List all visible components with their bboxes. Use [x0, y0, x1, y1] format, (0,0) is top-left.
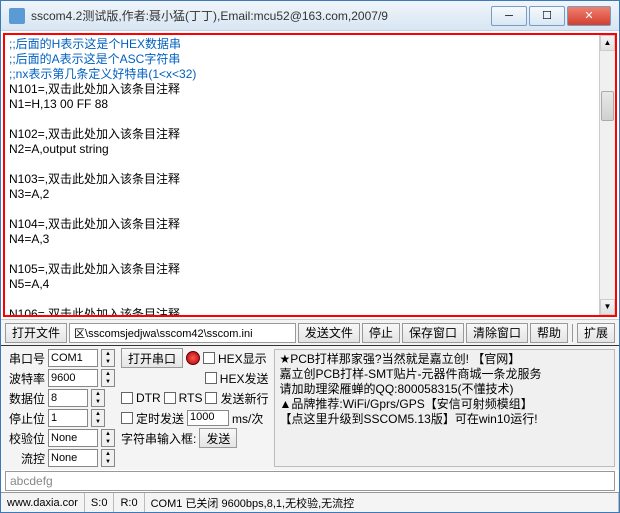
open-port-button[interactable]: 打开串口: [121, 348, 183, 368]
timed-send-checkbox[interactable]: [121, 412, 133, 424]
flowctrl-spin[interactable]: ▲▼: [101, 449, 115, 467]
flowctrl-label: 流控: [5, 450, 45, 467]
minimize-button[interactable]: ─: [491, 6, 527, 26]
info-line[interactable]: ▲品牌推荐:WiFi/Gprs/GPS【安信可射频模组】: [279, 397, 610, 412]
info-line: 请加助理梁雁蝉的QQ:800058315(不懂技术): [279, 382, 610, 397]
stop-button[interactable]: 停止: [362, 323, 400, 343]
parity-label: 校验位: [5, 430, 45, 447]
baud-label: 波特率: [5, 370, 45, 387]
baud-spin[interactable]: ▲▼: [101, 369, 115, 387]
rts-checkbox[interactable]: [164, 392, 176, 404]
info-line[interactable]: ★PCB打样那家强?当然就是嘉立创! 【官网】: [279, 352, 610, 367]
output-area: ;;后面的H表示这是个HEX数据串 ;;后面的A表示这是个ASC字符串 ;;nx…: [3, 33, 617, 317]
hex-display-label: HEX显示: [218, 350, 267, 367]
status-received: R:0: [114, 493, 144, 512]
databits-label: 数据位: [5, 390, 45, 407]
timed-send-label: 定时发送: [136, 410, 184, 427]
toolbar: 打开文件 区\sscomsjedjwa\sscom42\sscom.ini 发送…: [1, 319, 619, 345]
output-text[interactable]: ;;后面的H表示这是个HEX数据串 ;;后面的A表示这是个ASC字符串 ;;nx…: [5, 35, 599, 315]
flowctrl-select[interactable]: None: [48, 449, 98, 467]
input-label: 字符串输入框:: [121, 430, 196, 447]
divider: [572, 324, 573, 342]
info-panel: ★PCB打样那家强?当然就是嘉立创! 【官网】 嘉立创PCB打样-SMT贴片-元…: [274, 349, 615, 467]
parity-spin[interactable]: ▲▼: [101, 429, 115, 447]
status-sent: S:0: [85, 493, 115, 512]
databits-spin[interactable]: ▲▼: [91, 389, 105, 407]
send-button[interactable]: 发送: [199, 428, 237, 448]
ms-label: ms/次: [232, 410, 263, 427]
port-select[interactable]: COM1: [48, 349, 98, 367]
open-file-button[interactable]: 打开文件: [5, 323, 67, 343]
hex-display-checkbox[interactable]: [203, 352, 215, 364]
close-button[interactable]: ✕: [567, 6, 611, 26]
databits-select[interactable]: 8: [48, 389, 88, 407]
dtr-checkbox[interactable]: [121, 392, 133, 404]
newline-checkbox[interactable]: [205, 392, 217, 404]
send-file-button[interactable]: 发送文件: [298, 323, 360, 343]
titlebar: sscom4.2测试版,作者:聂小猛(丁丁),Email:mcu52@163.c…: [1, 1, 619, 31]
info-line: 嘉立创PCB打样-SMT贴片-元器件商城一条龙服务: [279, 367, 610, 382]
interval-input[interactable]: 1000: [187, 410, 229, 426]
window-title: sscom4.2测试版,作者:聂小猛(丁丁),Email:mcu52@163.c…: [31, 7, 491, 24]
string-input[interactable]: abcdefg: [10, 474, 610, 488]
help-button[interactable]: 帮助: [530, 323, 568, 343]
expand-button[interactable]: 扩展: [577, 323, 615, 343]
info-line[interactable]: 【点这里升级到SSCOM5.13版】可在win10运行!: [279, 412, 610, 427]
stopbits-spin[interactable]: ▲▼: [91, 409, 105, 427]
scroll-up-icon[interactable]: ▲: [600, 35, 615, 51]
hex-send-label: HEX发送: [220, 370, 269, 387]
send-settings: 打开串口 HEX显示 HEX发送 DTR RTS 发送新行 定时发送 1000 …: [121, 349, 268, 467]
app-icon: [9, 8, 25, 24]
save-window-button[interactable]: 保存窗口: [402, 323, 464, 343]
clear-window-button[interactable]: 清除窗口: [466, 323, 528, 343]
scroll-track[interactable]: [600, 51, 615, 299]
port-spin[interactable]: ▲▼: [101, 349, 115, 367]
rts-label: RTS: [179, 391, 203, 405]
status-url[interactable]: www.daxia.cor: [1, 493, 85, 512]
status-port: COM1 已关闭 9600bps,8,1,无校验,无流控: [145, 493, 619, 512]
stopbits-select[interactable]: 1: [48, 409, 88, 427]
hex-send-checkbox[interactable]: [205, 372, 217, 384]
newline-label: 发送新行: [220, 390, 268, 407]
file-path-input[interactable]: 区\sscomsjedjwa\sscom42\sscom.ini: [69, 323, 296, 343]
app-window: sscom4.2测试版,作者:聂小猛(丁丁),Email:mcu52@163.c…: [0, 0, 620, 513]
port-label: 串口号: [5, 350, 45, 367]
record-icon[interactable]: [186, 351, 200, 365]
control-panel: 串口号COM1▲▼ 波特率9600▲▼ 数据位8▲▼ 停止位1▲▼ 校验位Non…: [1, 345, 619, 470]
vertical-scrollbar[interactable]: ▲ ▼: [599, 35, 615, 315]
maximize-button[interactable]: ☐: [529, 6, 565, 26]
port-settings: 串口号COM1▲▼ 波特率9600▲▼ 数据位8▲▼ 停止位1▲▼ 校验位Non…: [5, 349, 115, 467]
scroll-thumb[interactable]: [601, 91, 614, 121]
baud-select[interactable]: 9600: [48, 369, 98, 387]
dtr-label: DTR: [136, 391, 161, 405]
string-input-row: abcdefg: [5, 471, 615, 491]
statusbar: www.daxia.cor S:0 R:0 COM1 已关闭 9600bps,8…: [1, 492, 619, 512]
parity-select[interactable]: None: [48, 429, 98, 447]
stopbits-label: 停止位: [5, 410, 45, 427]
scroll-down-icon[interactable]: ▼: [600, 299, 615, 315]
